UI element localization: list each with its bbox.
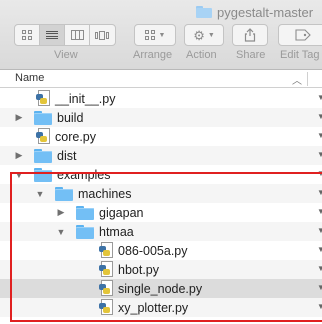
- python-file-icon: [99, 280, 113, 297]
- action-label: Action: [186, 49, 217, 61]
- folder-row[interactable]: ▼ examples ▼: [0, 165, 322, 184]
- folder-row[interactable]: ▶ dist ▼: [0, 146, 322, 165]
- window-title: pygestalt-master: [196, 3, 313, 21]
- file-name: htmaa: [99, 224, 134, 239]
- view-label: View: [54, 49, 78, 61]
- column-divider[interactable]: [307, 72, 308, 86]
- folder-row[interactable]: ▼ machines ▼: [0, 184, 322, 203]
- arrange-button[interactable]: ▼: [134, 24, 176, 46]
- python-file-icon: [99, 261, 113, 278]
- gear-icon: ⚙: [193, 27, 205, 43]
- folder-icon: [76, 205, 94, 220]
- file-row[interactable]: hbot.py ▼: [0, 260, 322, 279]
- file-name: hbot.py: [118, 262, 160, 277]
- next-column-truncated-icon: ▼: [317, 264, 322, 273]
- file-name: 086-005a.py: [118, 243, 188, 258]
- next-column-truncated-icon: ▼: [317, 188, 322, 197]
- sort-chevron-up-icon[interactable]: ︿: [292, 72, 302, 87]
- action-button[interactable]: ⚙ ▼: [184, 24, 224, 46]
- columns-icon: [70, 30, 84, 40]
- list-view-button[interactable]: [40, 25, 65, 45]
- arrange-icon: [144, 30, 156, 40]
- share-icon: [244, 28, 256, 42]
- file-name: examples: [57, 167, 111, 182]
- chevron-down-icon: ▼: [158, 31, 166, 39]
- name-column-header[interactable]: Name: [15, 72, 44, 84]
- icon-view-button[interactable]: [15, 25, 40, 45]
- python-file-icon: [36, 90, 50, 107]
- share-button[interactable]: [232, 24, 268, 46]
- folder-row[interactable]: ▼ htmaa ▼: [0, 222, 322, 241]
- python-file-icon: [36, 128, 50, 145]
- file-row[interactable]: __init__.py ▼: [0, 89, 322, 108]
- disclosure-triangle-right-icon[interactable]: ▶: [56, 203, 66, 222]
- file-list: __init__.py ▼ ▶ build ▼ core.py ▼ ▶ dist ▼ ▼ exampl…: [0, 89, 322, 324]
- file-row[interactable]: single_node.py ▼: [0, 279, 322, 298]
- folder-icon: [34, 167, 52, 182]
- python-file-icon: [99, 299, 113, 316]
- file-name: machines: [78, 186, 132, 201]
- list-icon: [46, 30, 58, 40]
- gallery-view-button[interactable]: [90, 25, 115, 45]
- file-row[interactable]: xy_plotter.py ▼: [0, 298, 322, 317]
- file-name: __init__.py: [55, 91, 116, 106]
- file-name: build: [57, 110, 84, 125]
- disclosure-triangle-down-icon[interactable]: ▼: [56, 222, 66, 241]
- folder-icon: [55, 186, 73, 201]
- python-file-icon: [99, 242, 113, 259]
- next-column-truncated-icon: ▼: [317, 283, 322, 292]
- next-column-truncated-icon: ▼: [317, 112, 322, 121]
- disclosure-triangle-right-icon[interactable]: ▶: [14, 146, 24, 165]
- folder-icon: [34, 148, 52, 163]
- chevron-down-icon: ▼: [207, 31, 215, 39]
- file-name: gigapan: [99, 205, 144, 220]
- next-column-truncated-icon: ▼: [317, 131, 322, 140]
- next-column-truncated-icon: ▼: [317, 245, 322, 254]
- grid-icon: [21, 30, 33, 40]
- column-view-button[interactable]: [65, 25, 90, 45]
- finder-toolbar: pygestalt-master View ▼ Arrange ⚙ ▼ Acti…: [0, 0, 322, 70]
- folder-icon: [34, 110, 52, 125]
- column-header: Name ︿: [0, 70, 322, 88]
- edit-tags-label: Edit Tag: [280, 49, 320, 61]
- folder-row[interactable]: ▶ gigapan ▼: [0, 203, 322, 222]
- file-row[interactable]: core.py ▼: [0, 127, 322, 146]
- file-name: core.py: [55, 129, 96, 144]
- share-label: Share: [236, 49, 266, 61]
- folder-row[interactable]: ▶ build ▼: [0, 108, 322, 127]
- next-column-truncated-icon: ▼: [317, 302, 322, 311]
- next-column-truncated-icon: ▼: [317, 169, 322, 178]
- file-name: single_node.py: [118, 281, 203, 296]
- folder-icon: [196, 6, 212, 18]
- folder-icon: [76, 224, 94, 239]
- next-column-truncated-icon: ▼: [317, 150, 322, 159]
- gallery-icon: [95, 30, 110, 40]
- next-column-truncated-icon: ▼: [317, 207, 322, 216]
- file-name: xy_plotter.py: [118, 300, 189, 315]
- disclosure-triangle-down-icon[interactable]: ▼: [35, 184, 45, 203]
- file-row[interactable]: 086-005a.py ▼: [0, 241, 322, 260]
- disclosure-triangle-down-icon[interactable]: ▼: [14, 165, 24, 184]
- window-title-text: pygestalt-master: [217, 4, 314, 20]
- view-mode-segmented-control: [14, 24, 116, 46]
- next-column-truncated-icon: ▼: [317, 93, 322, 102]
- next-column-truncated-icon: ▼: [317, 226, 322, 235]
- arrange-label: Arrange: [133, 49, 173, 61]
- edit-tags-button[interactable]: [278, 24, 322, 46]
- disclosure-triangle-right-icon[interactable]: ▶: [14, 108, 24, 127]
- tag-icon: [295, 29, 311, 41]
- file-name: dist: [57, 148, 77, 163]
